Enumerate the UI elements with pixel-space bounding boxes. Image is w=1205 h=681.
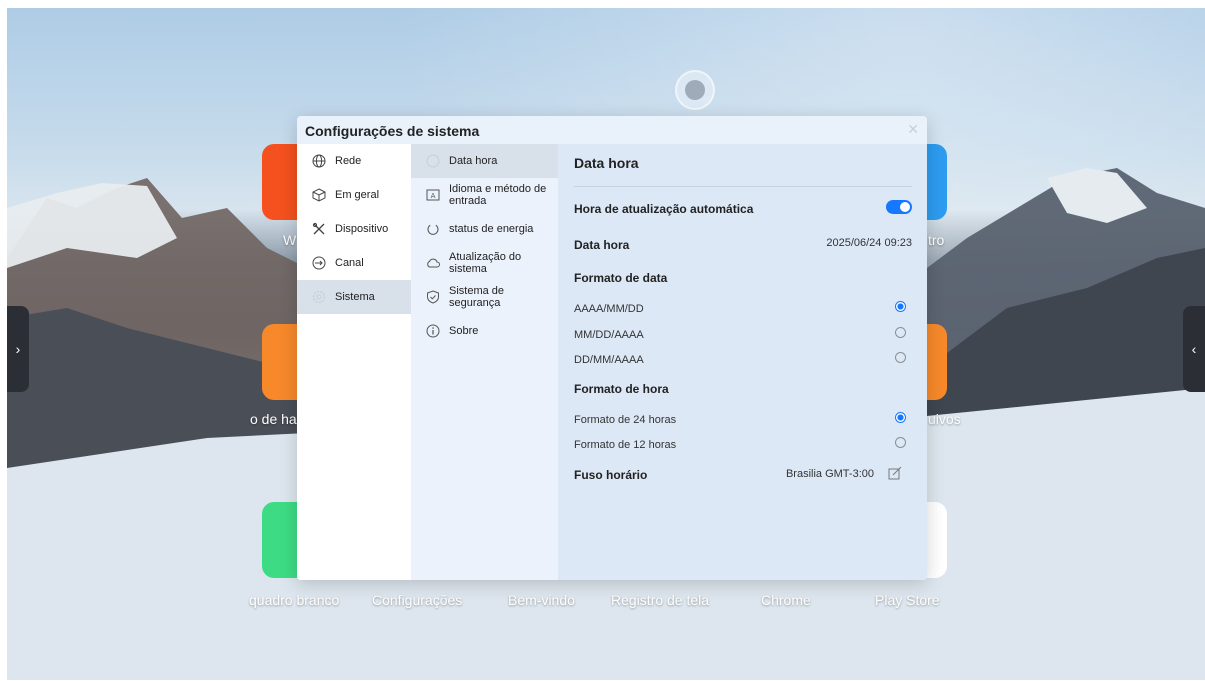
gear-icon [311,289,327,305]
close-icon[interactable]: ✕ [907,121,919,138]
panel-divider [574,186,912,187]
dialog-title: Configurações de sistema [305,123,480,139]
date-format-radio[interactable] [895,327,906,338]
category-rede[interactable]: Rede [297,144,411,178]
panel-heading: Data hora [574,155,639,171]
category-label: Rede [335,155,362,167]
date-format-radio[interactable] [895,301,906,312]
date-format-label: DD/MM/AAAA [574,354,644,366]
dialog-header: Configurações de sistema ✕ [297,116,927,144]
subcategory-sobre[interactable]: Sobre [411,314,558,348]
category-label: Canal [335,257,364,269]
subcategory-label: Atualização do sistema [449,251,522,275]
time-format-option[interactable]: Formato de 12 horas [574,435,912,451]
subcategory-label: Idioma e método de entrada [449,183,547,207]
subcategory-list: Data hora A Idioma e método de entrada s… [411,144,558,580]
clock-icon [425,153,441,169]
shield-icon [425,289,441,305]
subcategory-energia[interactable]: status de energia [411,212,558,246]
edit-icon[interactable] [888,466,902,485]
chevron-right-icon: › [15,341,21,357]
date-format-label: AAAA/MM/DD [574,303,644,315]
dock-label-settings[interactable]: Configurações [372,592,462,608]
time-format-radio[interactable] [895,437,906,448]
time-format-option[interactable]: Formato de 24 horas [574,410,912,426]
dock-label-playstore[interactable]: Play Store [875,592,940,608]
info-icon [425,323,441,339]
time-format-radio[interactable] [895,412,906,423]
app-label-right-top: tro [928,232,945,248]
subcategory-atualizacao[interactable]: Atualização do sistema [411,246,558,280]
date-format-title: Formato de data [574,271,668,285]
category-canal[interactable]: Canal [297,246,411,280]
cloud-icon [425,255,441,271]
category-label: Em geral [335,189,380,201]
date-format-radio[interactable] [895,352,906,363]
system-settings-dialog: Configurações de sistema ✕ Rede Em geral [297,116,927,580]
datetime-label: Data hora [574,238,630,252]
datetime-row[interactable]: Data hora 2025/06/24 09:23 [574,236,912,252]
app-label-right-mid: uivos [928,411,961,427]
dock-label-welcome[interactable]: Bem-vindo [508,592,575,608]
subcategory-label: Sobre [449,325,479,337]
input-icon [311,255,327,271]
center-circle-button[interactable] [675,70,715,110]
date-time-panel: Data hora Hora de atualização automática… [558,144,927,580]
subcategory-label: Sistema de segurança [449,285,505,309]
cube-icon [311,187,327,203]
date-format-label: MM/DD/AAAA [574,329,644,341]
timezone-value: Brasilia GMT-3:00 [785,468,874,480]
chevron-left-icon: ‹ [1191,341,1197,357]
right-edge-handle[interactable]: ‹ [1183,306,1205,392]
subcategory-seguranca[interactable]: Sistema de segurança [411,280,558,314]
time-format-title: Formato de hora [574,382,669,396]
left-edge-handle[interactable]: › [7,306,29,392]
datetime-value: 2025/06/24 09:23 [826,237,912,249]
globe-icon [311,153,327,169]
timezone-label: Fuso horário [574,468,648,482]
subcategory-label: Data hora [449,155,498,167]
category-label: Sistema [335,291,375,303]
subcategory-idioma[interactable]: A Idioma e método de entrada [411,178,558,212]
date-format-option[interactable]: DD/MM/AAAA [574,350,912,366]
time-format-label: Formato de 24 horas [574,414,677,426]
tools-icon [311,221,327,237]
dock-label-screen-record[interactable]: Registro de tela [611,592,709,608]
app-label-left-top: W [283,232,297,248]
keyboard-icon: A [425,187,441,203]
dock-label-whiteboard[interactable]: quadro branco [249,592,339,608]
subcategory-data-hora[interactable]: Data hora [411,144,558,178]
auto-update-row: Hora de atualização automática [574,200,912,216]
subcategory-label: status de energia [449,223,534,235]
category-list: Rede Em geral Dispositivo Canal Sistema [297,144,411,580]
auto-update-label: Hora de atualização automática [574,202,754,216]
category-em-geral[interactable]: Em geral [297,178,411,212]
date-format-option[interactable]: AAAA/MM/DD [574,299,912,315]
dock-label-chrome[interactable]: Chrome [761,592,811,608]
time-format-label: Formato de 12 horas [574,439,677,451]
category-label: Dispositivo [335,223,389,235]
auto-update-toggle[interactable] [886,200,912,214]
category-dispositivo[interactable]: Dispositivo [297,212,411,246]
app-label-left-mid: o de ha [250,411,297,427]
power-icon [425,221,441,237]
timezone-row[interactable]: Fuso horário Brasilia GMT-3:00 [574,466,912,482]
svg-text:A: A [431,192,436,200]
desktop-background: › ‹ W tro o de ha uivos quadro branco Co… [7,8,1205,680]
date-format-option[interactable]: MM/DD/AAAA [574,325,912,341]
category-sistema[interactable]: Sistema [297,280,411,314]
